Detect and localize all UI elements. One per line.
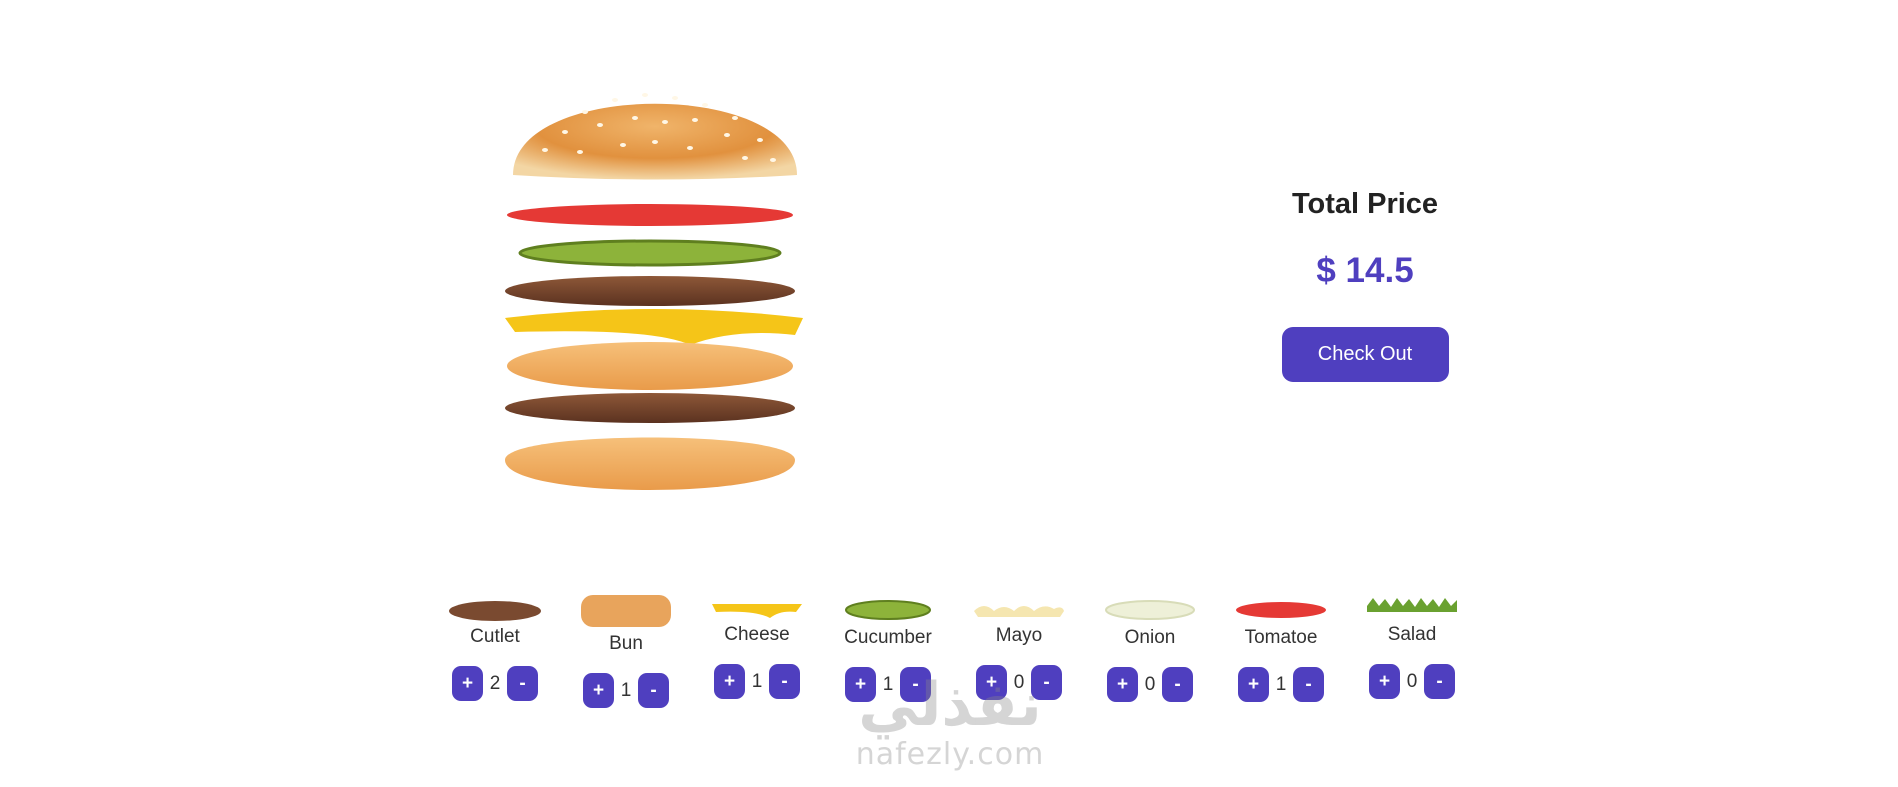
watermark-arabic: نفذلي	[858, 670, 1042, 740]
ingredient-bun: Bun + 1 -	[571, 593, 681, 708]
bun-icon	[581, 595, 671, 627]
add-cheese-button[interactable]: +	[714, 664, 745, 699]
burger-illustration	[505, 93, 803, 490]
cucumber-icon	[845, 600, 931, 620]
checkout-button[interactable]: Check Out	[1281, 327, 1449, 382]
remove-salad-button[interactable]: -	[1424, 664, 1455, 699]
remove-tomato-button[interactable]: -	[1293, 667, 1324, 702]
cutlet-patty	[505, 276, 795, 306]
add-cutlet-button[interactable]: +	[452, 666, 483, 701]
quantity-controls: + 2 -	[440, 666, 550, 701]
cheese-slice	[505, 309, 803, 345]
remove-cutlet-button[interactable]: -	[507, 666, 538, 701]
add-tomato-button[interactable]: +	[1238, 667, 1269, 702]
ingredient-cheese: Cheese + 1 -	[702, 600, 812, 699]
salad-quantity: 0	[1406, 670, 1418, 692]
cutlet-quantity: 2	[489, 672, 501, 694]
remove-bun-button[interactable]: -	[638, 673, 669, 708]
quantity-controls: + 1 -	[702, 664, 812, 699]
add-bun-button[interactable]: +	[583, 673, 614, 708]
bun-quantity: 1	[620, 679, 632, 701]
tomato-icon	[1236, 602, 1326, 618]
quantity-controls: + 1 -	[1226, 667, 1336, 702]
mayo-icon	[974, 606, 1064, 617]
middle-bun	[507, 342, 793, 390]
ingredient-salad: Salad + 0 -	[1357, 594, 1467, 699]
ingredient-label: Salad	[1387, 624, 1437, 645]
cheese-icon	[712, 604, 802, 618]
cucumber-slice	[518, 239, 782, 267]
remove-onion-button[interactable]: -	[1162, 667, 1193, 702]
order-summary: Total Price $ 14.5 Check Out	[1245, 180, 1485, 382]
watermark: نفذلي nafezly.com	[840, 675, 1060, 772]
total-price-value: $ 14.5	[1316, 251, 1414, 290]
ingredient-label: Onion	[1124, 627, 1176, 648]
ingredient-onion: Onion + 0 -	[1095, 597, 1205, 702]
top-bun	[513, 93, 797, 180]
quantity-controls: + 0 -	[1095, 667, 1205, 702]
ingredient-tomato: Tomatoe + 1 -	[1226, 597, 1336, 702]
watermark-url: nafezly.com	[855, 737, 1045, 772]
ingredient-label: Bun	[609, 633, 643, 654]
bottom-bun	[505, 437, 795, 490]
ingredient-label: Mayo	[995, 625, 1043, 646]
ingredient-label: Cheese	[724, 624, 790, 645]
ingredient-label: Cucumber	[844, 627, 932, 648]
onion-icon	[1105, 600, 1195, 620]
quantity-controls: + 0 -	[1357, 664, 1467, 699]
cutlet-patty-2	[505, 393, 795, 423]
ingredient-label: Cutlet	[470, 626, 520, 647]
onion-quantity: 0	[1144, 673, 1156, 695]
quantity-controls: + 1 -	[571, 673, 681, 708]
tomato-quantity: 1	[1275, 673, 1287, 695]
total-price-title: Total Price	[1291, 188, 1439, 220]
add-onion-button[interactable]: +	[1107, 667, 1138, 702]
salad-icon	[1367, 598, 1457, 612]
add-salad-button[interactable]: +	[1369, 664, 1400, 699]
cheese-quantity: 1	[751, 670, 763, 692]
tomato-slice	[507, 204, 793, 226]
cutlet-icon	[449, 601, 541, 621]
remove-cheese-button[interactable]: -	[769, 664, 800, 699]
ingredient-cutlet: Cutlet + 2 -	[440, 596, 550, 701]
ingredient-label: Tomatoe	[1244, 627, 1318, 648]
